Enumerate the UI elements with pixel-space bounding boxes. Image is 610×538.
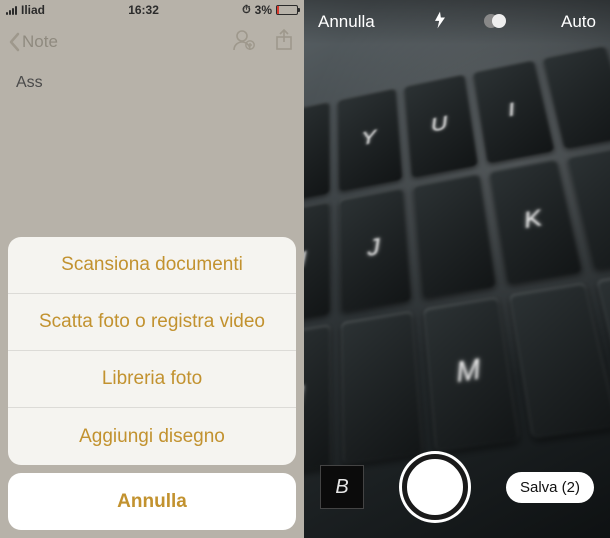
note-content[interactable]: Ass [0,64,304,102]
camera-cancel-button[interactable]: Annulla [318,12,375,32]
keyboard-preview: Y U I H J K N M [304,45,610,478]
keyboard-key [341,310,424,465]
action-sheet-group: Scansiona documenti Scatta foto o regist… [8,237,296,465]
share-icon [272,28,296,52]
keyboard-key: U [404,74,478,178]
flash-icon [430,10,450,30]
status-bar: Iliad 16:32 ⏱ 3% [0,0,304,20]
camera-bottom-bar: B Salva (2) [304,446,610,538]
back-button[interactable]: Note [8,32,58,52]
keyboard-key: Y [338,88,403,192]
signal-icon [6,5,17,15]
notes-screen: Iliad 16:32 ⏱ 3% Note [0,0,304,538]
keyboard-key: I [472,60,554,164]
back-label: Note [22,32,58,52]
share-button[interactable] [272,28,296,57]
action-sheet: Scansiona documenti Scatta foto o regist… [8,237,296,530]
person-add-icon [232,28,256,52]
action-photo-library[interactable]: Libreria foto [8,351,296,408]
battery-percent: 3% [255,3,272,17]
alarm-icon: ⏱ [242,4,251,17]
keyboard-key [508,282,610,439]
filter-circle-icon [492,14,506,28]
save-button[interactable]: Salva (2) [506,472,594,503]
keyboard-key: K [488,159,582,285]
keyboard-key [304,101,330,204]
keyboard-key [413,173,496,299]
add-person-button[interactable] [232,28,256,57]
capture-mode-button[interactable]: Auto [561,12,596,32]
battery-icon [276,5,298,15]
keyboard-key: H [304,201,331,326]
shutter-button[interactable] [402,454,468,520]
clock: 16:32 [128,3,159,17]
action-add-sketch[interactable]: Aggiungi disegno [8,408,296,465]
scan-thumbnail[interactable]: B [320,465,364,509]
action-scan-documents[interactable]: Scansiona documenti [8,237,296,294]
flash-button[interactable] [430,10,450,35]
keyboard-key: M [423,296,519,452]
keyboard-key [542,45,610,149]
action-cancel[interactable]: Annulla [8,473,296,530]
chevron-left-icon [8,32,20,52]
scanner-screen: Y U I H J K N M Annulla [304,0,610,538]
carrier-label: Iliad [21,3,45,17]
camera-top-bar: Annulla Auto [304,0,610,44]
nav-bar: Note [0,20,304,64]
keyboard-key: J [339,187,412,312]
filters-button[interactable] [484,14,506,30]
action-take-photo-video[interactable]: Scatta foto o registra video [8,294,296,351]
